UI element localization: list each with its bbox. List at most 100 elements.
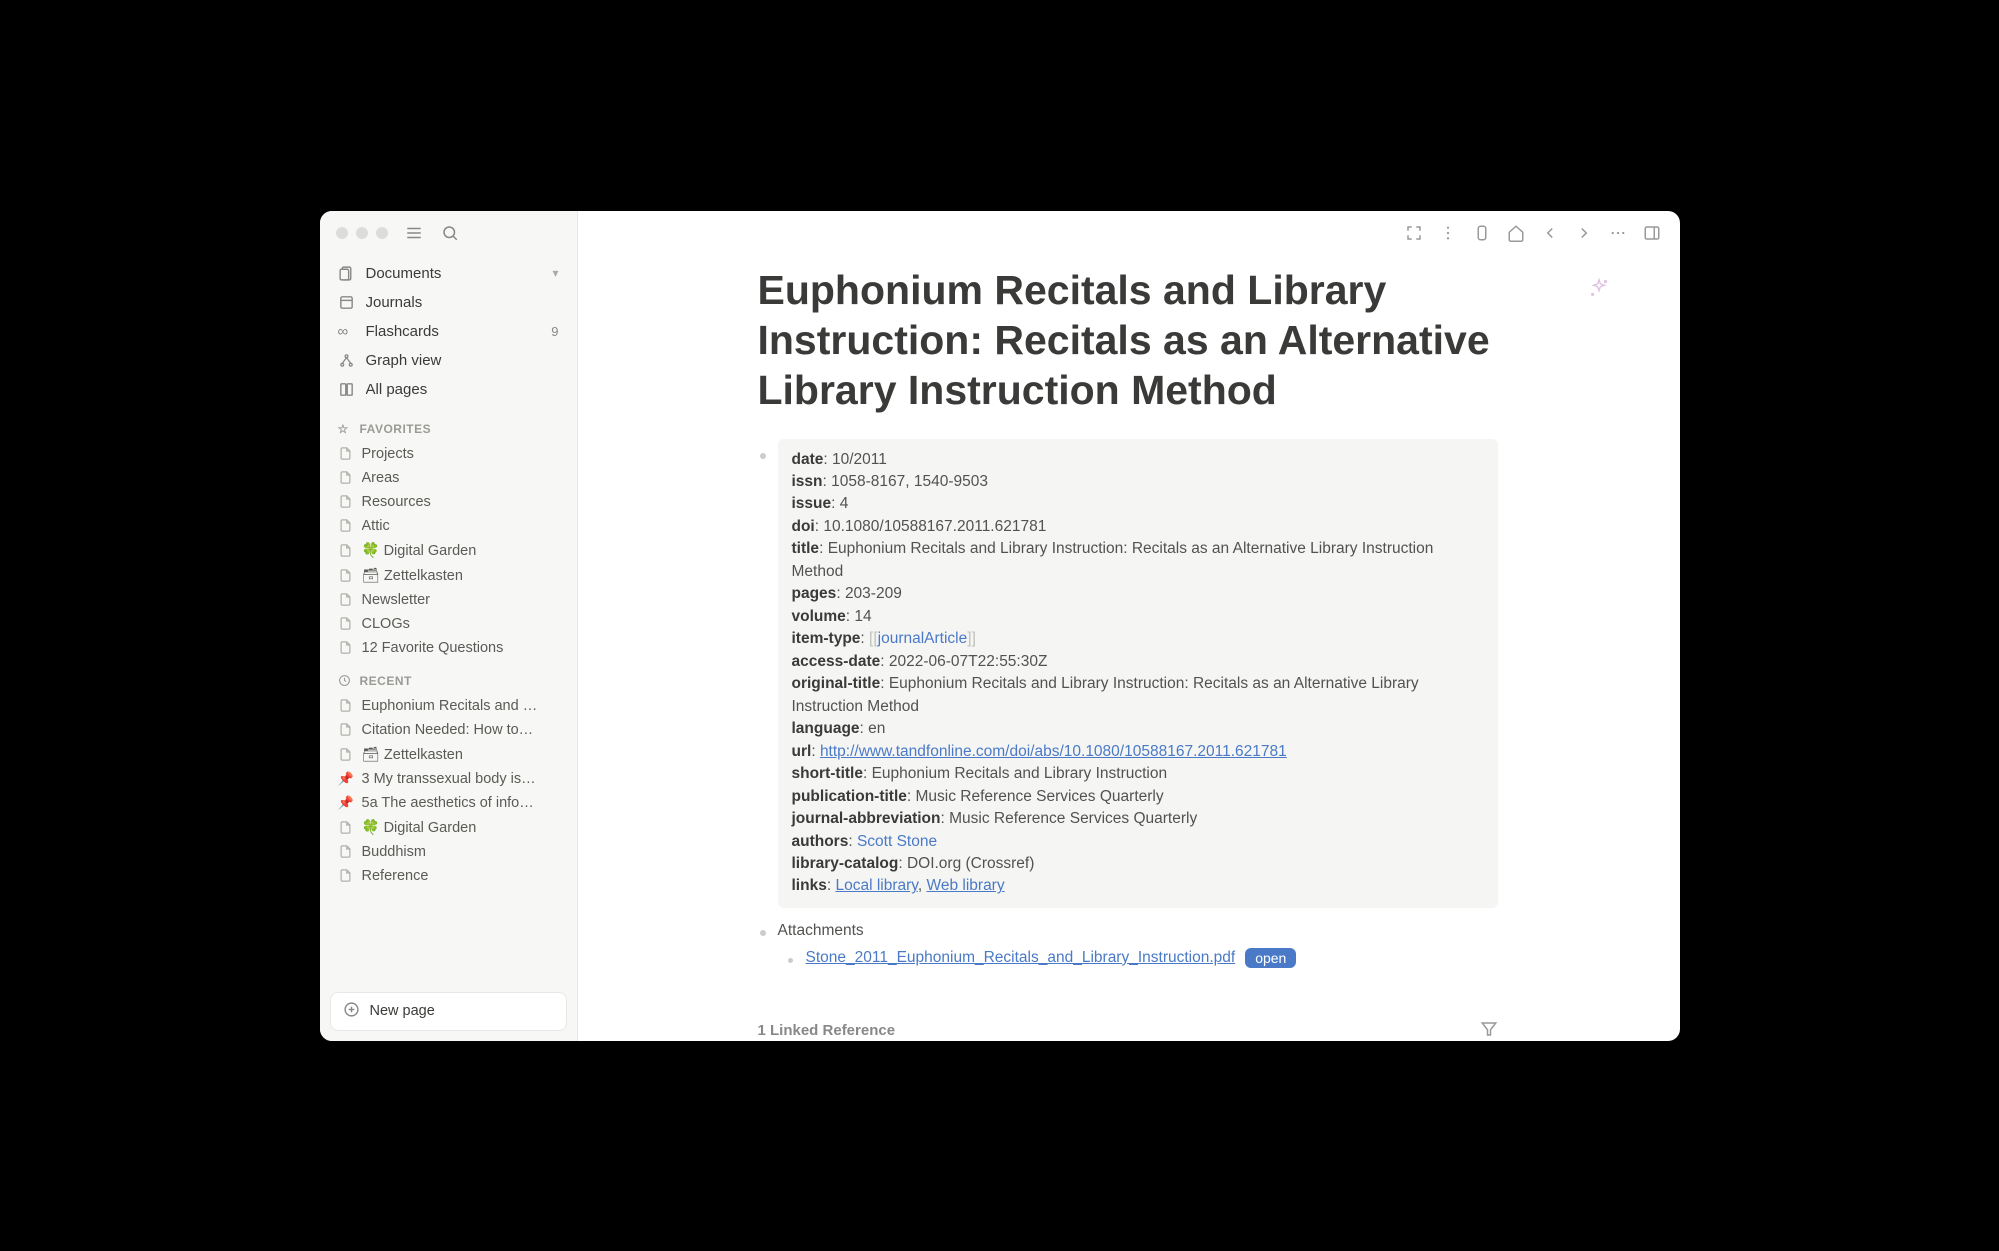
favorite-item[interactable]: 12 Favorite Questions bbox=[320, 636, 577, 660]
nav-label: Flashcards bbox=[366, 323, 542, 340]
favorite-item[interactable]: Areas bbox=[320, 466, 577, 490]
nav-journals[interactable]: Journals bbox=[328, 288, 569, 317]
more-horizontal-icon[interactable] bbox=[1608, 223, 1628, 243]
page-title[interactable]: Euphonium Recitals and Library Instructi… bbox=[758, 265, 1498, 415]
page-item-label: Reference bbox=[362, 868, 559, 884]
recent-item[interactable]: Euphonium Recitals and … bbox=[320, 694, 577, 718]
meta-val-pages: 203-209 bbox=[845, 585, 902, 602]
page-icon bbox=[338, 568, 354, 583]
traffic-lights bbox=[336, 227, 388, 239]
page-item-label: Attic bbox=[362, 518, 559, 534]
right-panel-icon[interactable] bbox=[1642, 223, 1662, 243]
recent-item[interactable]: 🍀 Digital Garden bbox=[320, 815, 577, 840]
attachment-file-link[interactable]: Stone_2011_Euphonium_Recitals_and_Librar… bbox=[806, 949, 1236, 967]
forward-icon[interactable] bbox=[1574, 223, 1594, 243]
meta-val-accessdate: 2022-06-07T22:55:30Z bbox=[889, 653, 1048, 670]
fullscreen-icon[interactable] bbox=[1404, 223, 1424, 243]
page-icon bbox=[338, 747, 354, 762]
local-library-link[interactable]: Local library bbox=[835, 877, 917, 894]
page-item-label: 🍀 Digital Garden bbox=[362, 542, 559, 559]
page-item-label: Areas bbox=[362, 470, 559, 486]
sidebar-scroll[interactable]: Documents ▾ Journals ∞ Flashcards 9 Grap… bbox=[320, 255, 577, 982]
attachments-label: Attachments bbox=[778, 922, 864, 939]
linked-references[interactable]: 1 Linked Reference bbox=[758, 1008, 1498, 1041]
meta-key-links: links bbox=[792, 877, 827, 894]
meta-key-date: date bbox=[792, 451, 824, 468]
recent-item[interactable]: Buddhism bbox=[320, 840, 577, 864]
favorite-item[interactable]: Projects bbox=[320, 442, 577, 466]
meta-val-pubtitle: Music Reference Services Quarterly bbox=[916, 788, 1164, 805]
meta-key-issue: issue bbox=[792, 495, 832, 512]
recent-item[interactable]: Citation Needed: How to… bbox=[320, 718, 577, 742]
meta-key-pages: pages bbox=[792, 585, 837, 602]
meta-key-title: title bbox=[792, 540, 820, 557]
meta-val-lang: en bbox=[868, 720, 885, 737]
favorite-item[interactable]: 🗃 Zettelkasten bbox=[320, 563, 577, 588]
content[interactable]: Euphonium Recitals and Library Instructi… bbox=[578, 255, 1680, 1041]
favorite-item[interactable]: Attic bbox=[320, 514, 577, 538]
new-page-button[interactable]: New page bbox=[330, 992, 567, 1031]
page-item-label: Citation Needed: How to… bbox=[362, 722, 559, 738]
page-icon bbox=[338, 592, 354, 607]
url-link[interactable]: http://www.tandfonline.com/doi/abs/10.10… bbox=[820, 743, 1287, 760]
nav-label: All pages bbox=[366, 381, 559, 398]
plugin-icon[interactable] bbox=[1472, 223, 1492, 243]
page-item-label: 🍀 Digital Garden bbox=[362, 819, 559, 836]
sidebar-top bbox=[320, 211, 577, 255]
attachment-item: Stone_2011_Euphonium_Recitals_and_Librar… bbox=[806, 948, 1498, 968]
star-icon: ☆ bbox=[338, 422, 352, 436]
nav-flashcards[interactable]: ∞ Flashcards 9 bbox=[328, 317, 569, 346]
filter-icon[interactable] bbox=[1480, 1020, 1498, 1041]
app-window: Documents ▾ Journals ∞ Flashcards 9 Grap… bbox=[320, 211, 1680, 1041]
flashcards-icon: ∞ bbox=[338, 323, 356, 340]
recent-item[interactable]: Reference bbox=[320, 864, 577, 888]
pin-icon: 📌 bbox=[338, 795, 354, 811]
favorites-list: Projects Areas Resources Attic 🍀 Digital Gar… bbox=[320, 442, 577, 660]
page-item-label: Buddhism bbox=[362, 844, 559, 860]
meta-key-volume: volume bbox=[792, 608, 846, 625]
attachments-section[interactable]: Attachments Stone_2011_Euphonium_Recital… bbox=[778, 922, 1498, 968]
back-icon[interactable] bbox=[1540, 223, 1560, 243]
meta-key-accessdate: access-date bbox=[792, 653, 881, 670]
recent-item[interactable]: 🗃 Zettelkasten bbox=[320, 742, 577, 767]
favorite-item[interactable]: CLOGs bbox=[320, 612, 577, 636]
meta-key-pubtitle: publication-title bbox=[792, 788, 907, 805]
minimize-window-button[interactable] bbox=[356, 227, 368, 239]
page-item-label: Newsletter bbox=[362, 592, 559, 608]
page-item-label: Resources bbox=[362, 494, 559, 510]
metadata-block[interactable]: date: 10/2011 issn: 1058-8167, 1540-9503… bbox=[778, 439, 1498, 908]
nav-documents[interactable]: Documents ▾ bbox=[328, 259, 569, 288]
maximize-window-button[interactable] bbox=[376, 227, 388, 239]
journals-icon bbox=[338, 294, 356, 311]
toolbar bbox=[578, 211, 1680, 255]
web-library-link[interactable]: Web library bbox=[927, 877, 1005, 894]
item-type-link[interactable]: journalArticle bbox=[878, 630, 968, 647]
meta-val-title: Euphonium Recitals and Library Instructi… bbox=[792, 540, 1434, 579]
recent-item[interactable]: 📌 5a The aesthetics of info… bbox=[320, 791, 577, 815]
page-item-label: 5a The aesthetics of info… bbox=[362, 795, 559, 811]
open-button[interactable]: open bbox=[1245, 948, 1296, 968]
favorite-item[interactable]: 🍀 Digital Garden bbox=[320, 538, 577, 563]
nav-graph[interactable]: Graph view bbox=[328, 346, 569, 375]
page-icon bbox=[338, 494, 354, 509]
recent-header: RECENT bbox=[320, 660, 577, 694]
meta-val-issue: 4 bbox=[840, 495, 849, 512]
page-icon bbox=[338, 698, 354, 713]
home-icon[interactable] bbox=[1506, 223, 1526, 243]
pin-icon: 📌 bbox=[338, 771, 354, 787]
more-vertical-icon[interactable] bbox=[1438, 223, 1458, 243]
meta-key-url: url bbox=[792, 743, 812, 760]
close-window-button[interactable] bbox=[336, 227, 348, 239]
favorite-item[interactable]: Resources bbox=[320, 490, 577, 514]
menu-icon[interactable] bbox=[404, 223, 424, 243]
ai-sparkle-icon[interactable] bbox=[1588, 277, 1610, 304]
page-item-label: 🗃 Zettelkasten bbox=[362, 567, 559, 584]
favorite-item[interactable]: Newsletter bbox=[320, 588, 577, 612]
author-link[interactable]: Scott Stone bbox=[857, 833, 937, 850]
meta-key-journalabbr: journal-abbreviation bbox=[792, 810, 941, 827]
search-icon[interactable] bbox=[440, 223, 460, 243]
graph-icon bbox=[338, 352, 356, 369]
clock-icon bbox=[338, 674, 352, 687]
recent-item[interactable]: 📌3 My transsexual body is… bbox=[320, 767, 577, 791]
nav-allpages[interactable]: All pages bbox=[328, 375, 569, 404]
